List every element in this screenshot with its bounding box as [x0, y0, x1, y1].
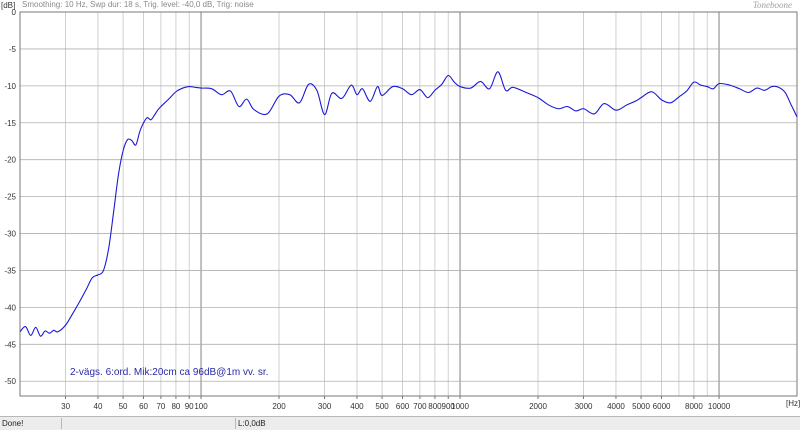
x-tick-label: 10000	[708, 402, 731, 411]
x-tick-label: 300	[318, 402, 332, 411]
y-tick-label: -25	[4, 193, 16, 202]
x-tick-label: 6000	[653, 402, 671, 411]
y-tick-label: -45	[4, 340, 16, 349]
x-tick-label: 50	[119, 402, 128, 411]
x-tick-label: 400	[350, 402, 364, 411]
tick-labels: 0 -5 -10 -15 -20 -25 -30 -35 -40 -45 -50 30 40 50 60 70…	[4, 8, 730, 411]
x-tick-label: 4000	[607, 402, 625, 411]
x-tick-label: 100	[194, 402, 208, 411]
status-bar: Done! L:0,0dB	[0, 416, 800, 430]
y-tick-label: -30	[4, 230, 16, 239]
x-tick-label: 30	[61, 402, 70, 411]
x-tick-label: 1000	[451, 402, 469, 411]
x-tick-label: 40	[94, 402, 103, 411]
frequency-response-chart[interactable]: 0 -5 -10 -15 -20 -25 -30 -35 -40 -45 -50 30 40 50 60 70…	[0, 0, 800, 416]
x-tick-label: 80	[171, 402, 180, 411]
x-tick-label: 700	[413, 402, 427, 411]
plot-frame	[19, 11, 798, 397]
x-tick-label: 60	[139, 402, 148, 411]
y-tick-label: -5	[9, 45, 17, 54]
x-tick-label: 5000	[632, 402, 650, 411]
frequency-response-trace	[19, 71, 798, 337]
y-tick-label: -40	[4, 303, 16, 312]
status-cell-empty	[62, 418, 236, 429]
x-tick-label: 8000	[685, 402, 703, 411]
x-tick-label: 90	[185, 402, 194, 411]
y-tick-label: 0	[12, 8, 17, 17]
y-tick-label: -35	[4, 266, 16, 275]
x-tick-label: 3000	[575, 402, 593, 411]
y-tick-label: -20	[4, 156, 16, 165]
status-text: Done!	[0, 418, 62, 429]
grid	[20, 11, 797, 396]
status-level: L:0,0dB	[238, 419, 266, 428]
x-tick-label: 500	[375, 402, 389, 411]
trace-layer	[19, 71, 798, 337]
chart-annotation: 2-vägs. 6:ord. Mik:20cm ca 96dB@1m vv. s…	[70, 367, 269, 378]
y-tick-label: -15	[4, 119, 16, 128]
y-tick-label: -10	[4, 82, 16, 91]
plot-border	[19, 11, 798, 397]
y-tick-label: -50	[4, 377, 16, 386]
x-tick-label: 800	[428, 402, 442, 411]
x-tick-label: 600	[396, 402, 410, 411]
x-tick-label: 2000	[529, 402, 547, 411]
x-tick-label: 200	[272, 402, 286, 411]
x-tick-label: 70	[156, 402, 165, 411]
